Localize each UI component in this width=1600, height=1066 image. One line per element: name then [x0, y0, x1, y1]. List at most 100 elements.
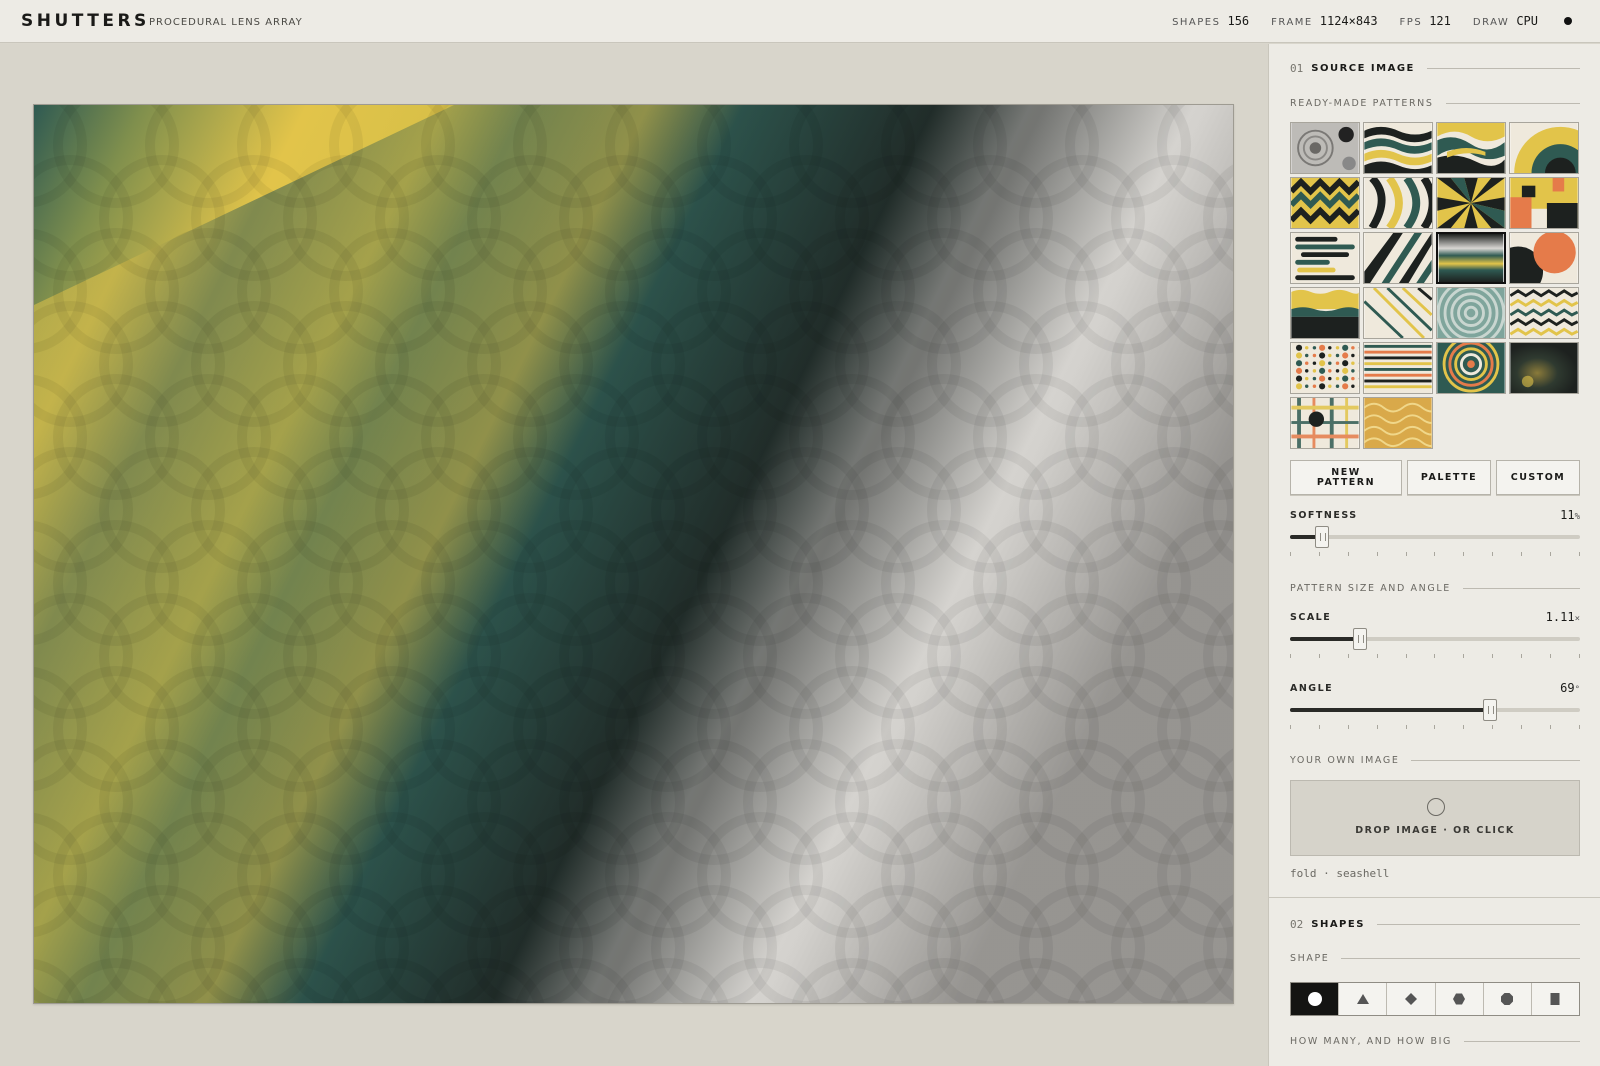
- ready-made-heading: READY-MADE PATTERNS: [1290, 98, 1580, 109]
- slider-handle[interactable]: [1353, 628, 1367, 650]
- section-title: SHAPES: [1311, 919, 1365, 930]
- pattern-thumb-concentric[interactable]: [1436, 287, 1506, 339]
- stat-label: DRAW: [1472, 17, 1510, 28]
- pattern-grid: [1290, 122, 1580, 449]
- pattern-dot: [1305, 369, 1309, 373]
- pattern-dot: [1342, 367, 1349, 374]
- pattern-thumb-dots[interactable]: [1290, 342, 1360, 394]
- shape-option-rectangle[interactable]: [1532, 983, 1579, 1015]
- pattern-thumb-swirl-stripes[interactable]: [1363, 177, 1433, 229]
- slider-unit: ×: [1574, 614, 1580, 624]
- pattern-thumb-radial-glow[interactable]: [1436, 342, 1506, 394]
- stat-label: FRAME: [1271, 17, 1313, 28]
- subsection-title: READY-MADE PATTERNS: [1290, 98, 1434, 109]
- divider-line: [1411, 760, 1580, 761]
- slider-value: 69°: [1560, 681, 1580, 695]
- new-pattern-button[interactable]: NEW PATTERN: [1290, 460, 1402, 495]
- pattern-thumb-soft-diagonals[interactable]: [1363, 287, 1433, 339]
- slider-label: SCALE: [1290, 612, 1332, 623]
- pattern-thumb-plaid[interactable]: [1290, 397, 1360, 449]
- stat-value: 1124×843: [1319, 14, 1378, 28]
- pattern-dot: [1295, 383, 1303, 390]
- image-drop-zone[interactable]: DROP IMAGE · OR CLICK: [1290, 780, 1580, 856]
- stat-draw[interactable]: DRAW CPU: [1473, 14, 1538, 28]
- pattern-thumb-fine-stripes[interactable]: [1363, 342, 1433, 394]
- own-image-heading: YOUR OWN IMAGE: [1290, 755, 1580, 766]
- slider-handle[interactable]: [1315, 526, 1329, 548]
- pattern-thumb-sun-circle[interactable]: [1509, 232, 1579, 284]
- status-dot-icon: [1564, 17, 1572, 25]
- pattern-thumb-squiggle-lines[interactable]: [1509, 287, 1579, 339]
- section-title: SOURCE IMAGE: [1311, 63, 1415, 74]
- divider-line: [1341, 958, 1580, 959]
- slider-track[interactable]: [1290, 628, 1580, 650]
- pattern-dot: [1342, 383, 1349, 390]
- diamond-icon: [1404, 993, 1417, 1005]
- pattern-dot: [1295, 375, 1303, 382]
- pattern-thumb-layers[interactable]: [1290, 287, 1360, 339]
- section-divider: [1269, 897, 1600, 898]
- pattern-dot: [1319, 360, 1326, 367]
- pattern-thumb-zigzag[interactable]: [1290, 177, 1360, 229]
- slider-handle[interactable]: [1483, 699, 1497, 721]
- pattern-thumb-sunburst[interactable]: [1436, 177, 1506, 229]
- rectangle-icon: [1550, 993, 1560, 1005]
- pattern-dot: [1319, 375, 1326, 382]
- pattern-dot: [1328, 346, 1332, 350]
- pattern-thumb-diagonal-bars[interactable]: [1363, 232, 1433, 284]
- canvas-stage: [0, 44, 1268, 1066]
- shape-option-hexagon[interactable]: [1436, 983, 1484, 1015]
- pattern-dot: [1305, 361, 1309, 365]
- slider-track[interactable]: [1290, 526, 1580, 548]
- stat-value: 156: [1227, 14, 1250, 28]
- divider-line: [1463, 1041, 1580, 1042]
- triangle-icon: [1356, 994, 1369, 1004]
- section-shapes: 02 SHAPES: [1290, 918, 1580, 931]
- shape-heading: SHAPE: [1290, 953, 1580, 964]
- shape-option-octagon[interactable]: [1484, 983, 1532, 1015]
- divider-line: [1462, 588, 1580, 589]
- pattern-thumb-halftone-rings[interactable]: [1290, 122, 1360, 174]
- pattern-dot: [1319, 367, 1326, 374]
- slider-unit: °: [1574, 685, 1580, 695]
- pattern-dot: [1295, 360, 1303, 367]
- stat-label: FPS: [1399, 17, 1423, 28]
- slider-label: ANGLE: [1290, 683, 1334, 694]
- pattern-dot: [1305, 384, 1309, 388]
- pattern-dot: [1319, 352, 1326, 359]
- pattern-dot: [1351, 369, 1355, 373]
- pattern-dot: [1342, 375, 1349, 382]
- pattern-dot: [1295, 367, 1303, 374]
- pattern-thumb-blocks[interactable]: [1509, 177, 1579, 229]
- slider-track[interactable]: [1290, 699, 1580, 721]
- pattern-dot: [1342, 360, 1349, 367]
- custom-button[interactable]: CUSTOM: [1496, 460, 1580, 495]
- pattern-thumb-arches[interactable]: [1509, 122, 1579, 174]
- palette-button[interactable]: PALETTE: [1407, 460, 1491, 495]
- pattern-thumb-gold-waves[interactable]: [1363, 397, 1433, 449]
- section-number: 02: [1290, 918, 1304, 931]
- slider-ticks: [1290, 654, 1580, 658]
- lens-array-canvas[interactable]: [33, 104, 1234, 1004]
- pattern-dot: [1305, 376, 1309, 381]
- pattern-thumb-waves-yellow[interactable]: [1436, 122, 1506, 174]
- shape-option-circle[interactable]: [1291, 983, 1340, 1015]
- pattern-thumb-horizon-gradient[interactable]: [1436, 232, 1506, 284]
- pattern-buttons: NEW PATTERN PALETTE CUSTOM: [1290, 460, 1580, 495]
- pattern-dot: [1351, 346, 1355, 350]
- shape-selector: [1290, 982, 1580, 1016]
- octagon-icon: [1501, 993, 1514, 1005]
- pattern-thumb-waves-teal[interactable]: [1363, 122, 1433, 174]
- shape-option-triangle[interactable]: [1339, 983, 1388, 1015]
- shape-option-diamond[interactable]: [1387, 983, 1436, 1015]
- stat-value: 121: [1429, 14, 1451, 28]
- how-many-heading: HOW MANY, AND HOW BIG: [1290, 1036, 1580, 1047]
- pattern-thumb-dark-glow[interactable]: [1509, 342, 1579, 394]
- pattern-dot: [1351, 353, 1355, 358]
- pattern-dot: [1342, 352, 1349, 359]
- pattern-dot: [1335, 353, 1340, 358]
- pattern-thumb-pill-stripes[interactable]: [1290, 232, 1360, 284]
- pattern-dot: [1328, 369, 1332, 373]
- slider-value: 11%: [1560, 508, 1580, 522]
- stat-frame: FRAME 1124×843: [1271, 14, 1377, 28]
